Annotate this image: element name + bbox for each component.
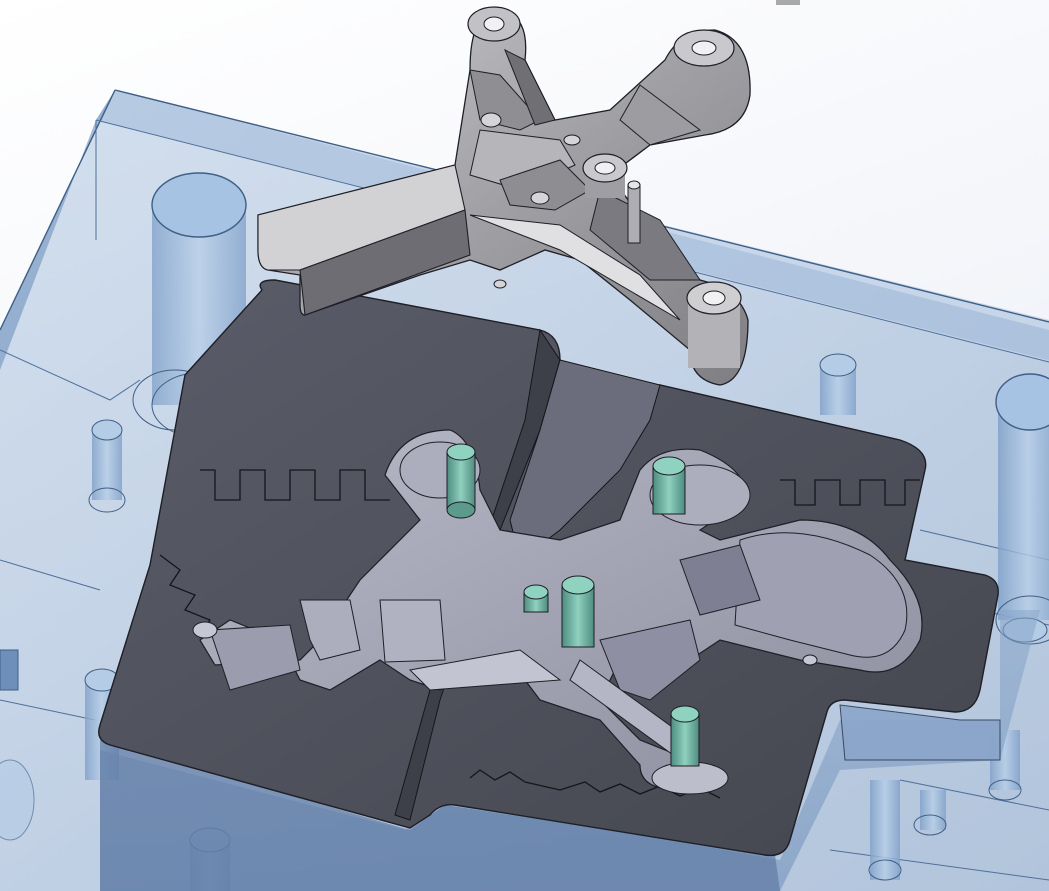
guide-pillar-right (995, 373, 1049, 645)
mold-assembly-scene[interactable] (0, 0, 1049, 891)
ejector-pin-2[interactable] (652, 456, 686, 515)
boss-top (467, 6, 521, 42)
cad-graphics-area[interactable] (0, 0, 1049, 891)
ejector-pin-4[interactable] (523, 584, 549, 613)
ejector-pin-5[interactable] (670, 705, 700, 767)
base-pin-right-top (819, 353, 857, 415)
boss-center (582, 153, 628, 198)
base-slot (0, 649, 19, 691)
ejector-pin-3[interactable] (561, 575, 595, 648)
boss-bottom-right (686, 281, 742, 368)
part-pin (627, 180, 641, 244)
base-pin-left (88, 419, 126, 513)
boss-top-right (673, 29, 735, 67)
ejector-pin-1[interactable] (446, 443, 476, 519)
